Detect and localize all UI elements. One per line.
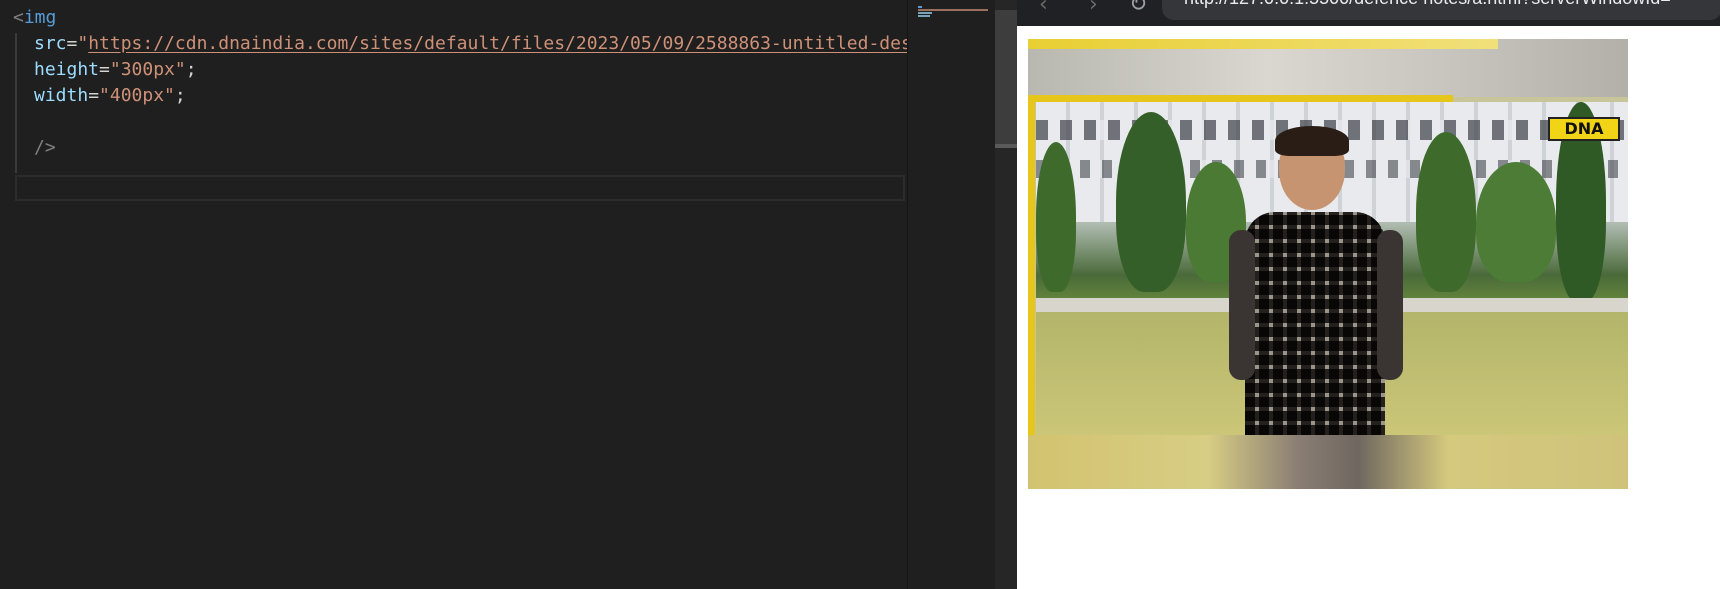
browser-preview: ‹ › ↻ http://127.0.0.1:5500/defence note…: [1017, 0, 1720, 589]
person: [1229, 126, 1403, 435]
minimap[interactable]: [907, 0, 996, 589]
minimap-line: [918, 9, 988, 11]
code-line-2: src="https://cdn.dnaindia.com/sites/defa…: [34, 30, 907, 58]
attr-height: height: [34, 59, 100, 80]
height-value: "300px": [109, 59, 186, 80]
image-blur-bottom: [1028, 435, 1628, 489]
tag-open-bracket: <: [13, 7, 24, 28]
code-line-3: height="300px";: [34, 56, 197, 84]
image-blur-top: [1028, 39, 1628, 97]
width-value: "400px": [99, 85, 175, 106]
dna-logo-badge: DNA: [1548, 117, 1620, 141]
right-arm: [1377, 230, 1403, 380]
tag-self-close: />: [34, 137, 56, 158]
code-line-1: <img: [13, 4, 56, 32]
attr-equals: =: [88, 85, 100, 106]
code-line-6: />: [34, 134, 56, 162]
checked-shirt: [1245, 212, 1385, 435]
minimap-line: [918, 15, 930, 17]
code-editor[interactable]: <img src="https://cdn.dnaindia.com/sites…: [0, 0, 907, 589]
semicolon: ;: [174, 85, 186, 106]
back-icon[interactable]: ‹: [1039, 0, 1048, 16]
yellow-frame-left: [1028, 95, 1035, 435]
editor-scrollbar[interactable]: [995, 0, 1017, 589]
attr-src: src: [34, 33, 67, 54]
address-bar-url: http://127.0.0.1:5500/defence notes/a.ht…: [1184, 0, 1671, 9]
reload-icon[interactable]: ↻: [1129, 0, 1147, 16]
minimap-line: [918, 12, 932, 14]
tree: [1476, 162, 1556, 282]
string-quote: ": [77, 33, 89, 54]
tree: [1036, 142, 1076, 292]
tag-name: img: [23, 7, 57, 28]
yellow-frame-top: [1028, 95, 1453, 102]
semicolon: ;: [185, 59, 197, 80]
src-url-link[interactable]: https://cdn.dnaindia.com/sites/default/f…: [88, 33, 907, 54]
yellow-strip: [1028, 39, 1498, 49]
attr-equals: =: [99, 59, 110, 80]
attr-width: width: [34, 85, 89, 106]
indent-guide: [15, 33, 17, 173]
rendered-image: DNA: [1028, 39, 1628, 489]
left-arm: [1229, 230, 1255, 380]
address-bar[interactable]: http://127.0.0.1:5500/defence notes/a.ht…: [1162, 0, 1720, 20]
image-scene: [1036, 102, 1628, 435]
editor-scrollbar-thumb[interactable]: [995, 10, 1017, 146]
tree: [1416, 132, 1476, 292]
hair: [1275, 126, 1349, 156]
tree: [1116, 112, 1186, 292]
browser-toolbar: ‹ › ↻ http://127.0.0.1:5500/defence note…: [1017, 0, 1720, 26]
attr-equals: =: [66, 33, 78, 54]
minimap-line: [918, 6, 922, 8]
scrollbar-cursor-marker: [995, 144, 1017, 148]
forward-icon[interactable]: ›: [1089, 0, 1098, 16]
code-line-4: width="400px";: [34, 82, 186, 110]
current-line-highlight: [15, 175, 905, 201]
